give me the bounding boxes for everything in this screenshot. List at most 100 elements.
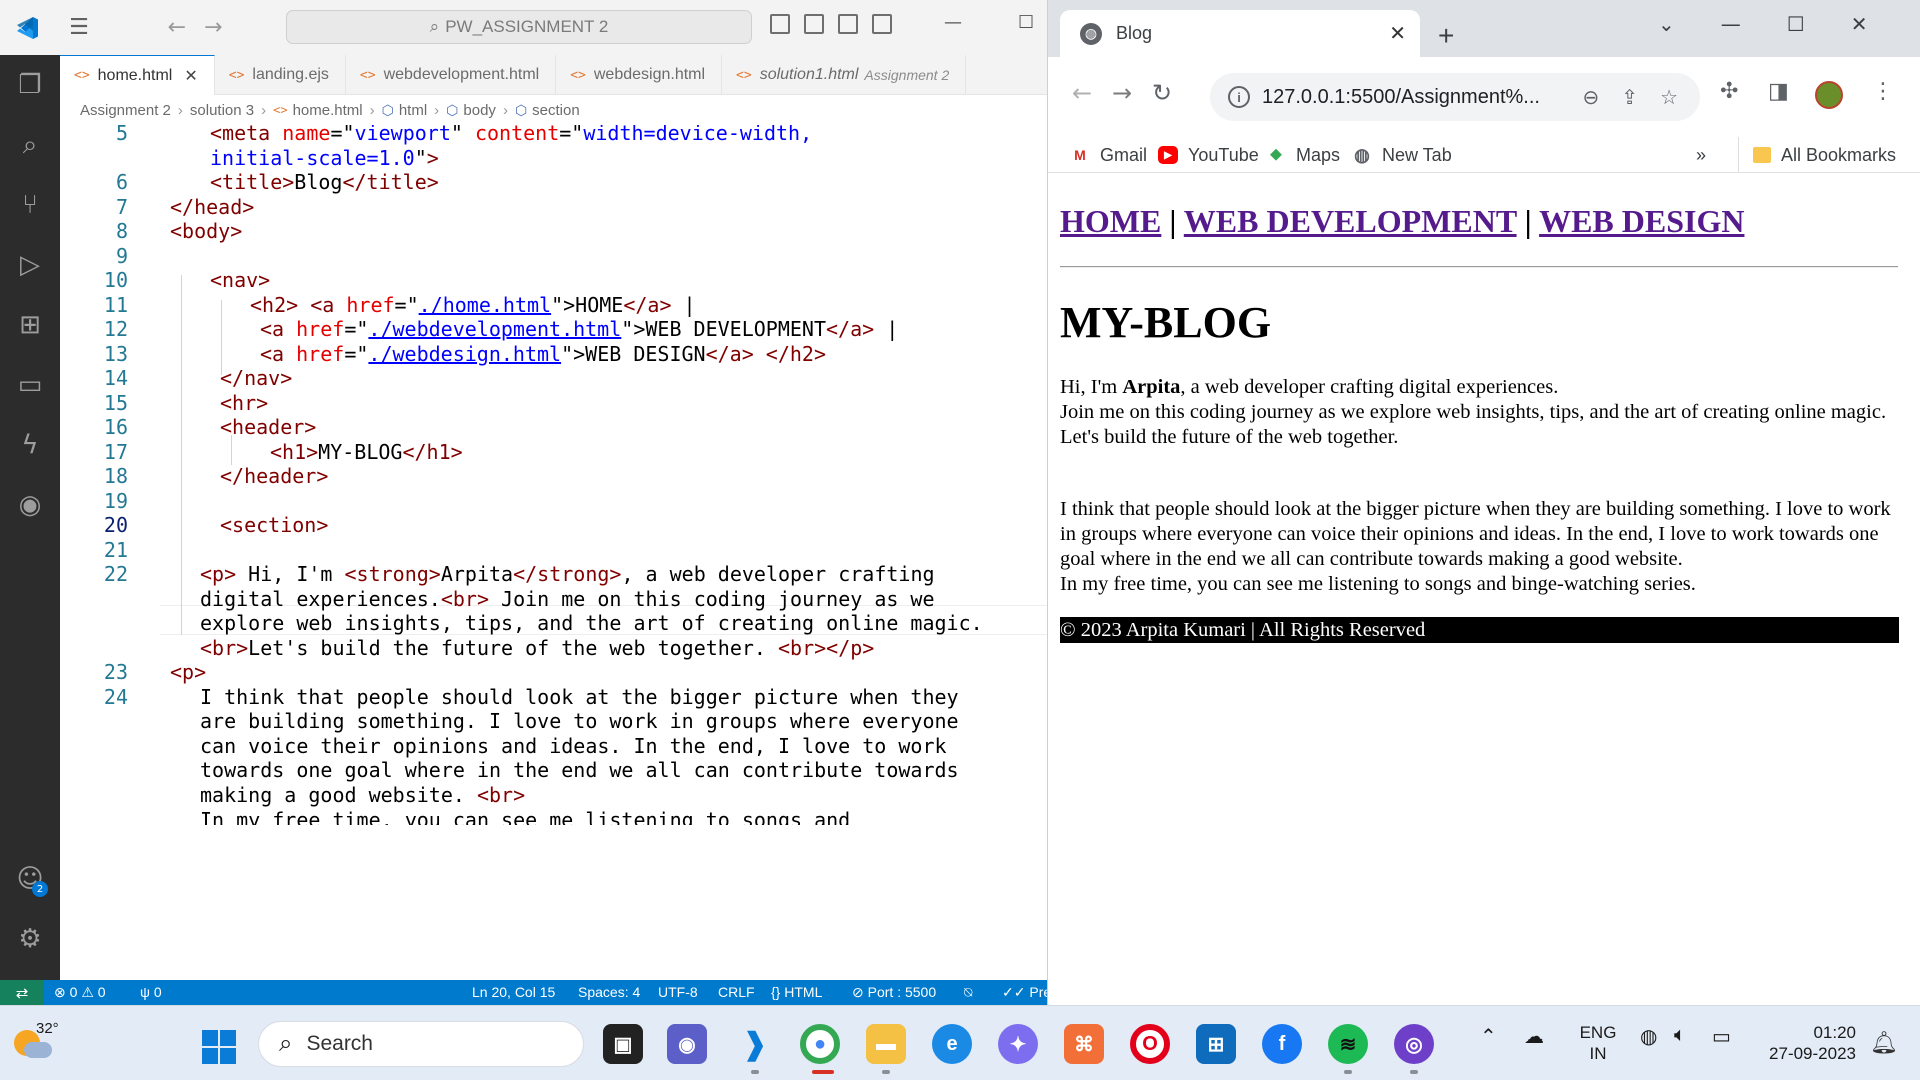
github-desktop-icon[interactable]: ◎ xyxy=(1394,1024,1434,1064)
encoding[interactable]: UTF-8 xyxy=(658,980,698,1005)
facebook-icon[interactable]: f xyxy=(1262,1024,1302,1064)
reload-icon[interactable]: ↻ xyxy=(1152,79,1172,107)
tab-home-html[interactable]: <> home.html ✕ xyxy=(60,55,215,95)
breadcrumb-item[interactable]: body xyxy=(463,102,496,119)
bookmark-star-icon[interactable]: ☆ xyxy=(1660,85,1678,110)
toggle-secondary-sidebar-icon[interactable] xyxy=(838,14,858,34)
nav-link-web-development[interactable]: WEB DEVELOPMENT xyxy=(1184,203,1517,239)
run-debug-icon[interactable]: ▷ xyxy=(14,249,46,281)
code-editor[interactable]: 5 6 7 8 9 10 11 12 13 14 15 16 17 18 19 … xyxy=(60,125,1047,980)
new-tab-plus-icon[interactable]: + xyxy=(1438,20,1454,52)
tab-landing-ejs[interactable]: <> landing.ejs xyxy=(215,55,346,95)
maximize-icon[interactable]: ☐ xyxy=(1787,12,1805,36)
code-link[interactable]: ./webdesign.html xyxy=(368,342,561,366)
microsoft-store-icon[interactable]: ⊞ xyxy=(1196,1024,1236,1064)
close-icon[interactable]: ✕ xyxy=(184,66,197,86)
copilot-icon[interactable]: ✦ xyxy=(998,1024,1038,1064)
minimize-icon[interactable]: — xyxy=(944,12,962,33)
close-window-icon[interactable]: ✕ xyxy=(1851,12,1868,36)
language-mode[interactable]: {} HTML xyxy=(771,980,822,1005)
notification-bell-icon[interactable]: 🔔︎ xyxy=(1870,1030,1898,1056)
onedrive-cloud-icon[interactable]: ☁ xyxy=(1524,1024,1544,1049)
language-indicator[interactable]: ENG IN xyxy=(1578,1022,1618,1064)
all-bookmarks[interactable]: All Bookmarks xyxy=(1738,137,1896,173)
lightning-icon[interactable]: ϟ xyxy=(14,429,46,461)
live-server-port[interactable]: ⊘ Port : 5500 xyxy=(852,980,936,1005)
explorer-icon[interactable]: ❐ xyxy=(14,69,46,101)
weather-widget[interactable]: 32° xyxy=(14,1020,59,1064)
start-windows-icon[interactable] xyxy=(202,1030,236,1064)
end-of-line[interactable]: CRLF xyxy=(718,980,755,1005)
file-explorer-icon[interactable]: ▬ xyxy=(866,1024,906,1064)
network-globe-icon[interactable]: ◍ xyxy=(1640,1024,1657,1049)
side-panel-icon[interactable]: ◨ xyxy=(1768,79,1789,104)
github-icon[interactable]: ◉ xyxy=(14,489,46,521)
forward-arrow-icon[interactable]: → xyxy=(1112,79,1132,107)
profile-avatar[interactable] xyxy=(1815,81,1843,109)
teams-chat-icon[interactable]: ◉ xyxy=(667,1024,707,1064)
system-clock[interactable]: 01:20 27-09-2023 xyxy=(1760,1022,1856,1064)
battery-icon[interactable]: ▭ xyxy=(1712,1024,1731,1049)
search-icon[interactable]: ⌕ xyxy=(14,129,46,161)
back-arrow-icon[interactable]: ← xyxy=(168,15,186,40)
opera-icon[interactable]: O xyxy=(1130,1024,1170,1064)
breadcrumb-item[interactable]: solution 3 xyxy=(190,102,254,119)
tab-webdevelopment-html[interactable]: <> webdevelopment.html xyxy=(346,55,557,95)
edge-icon[interactable]: e xyxy=(932,1024,972,1064)
bookmark-maps[interactable]: ⬥ Maps xyxy=(1266,137,1340,173)
toggle-primary-sidebar-icon[interactable] xyxy=(770,14,790,34)
command-center-search[interactable]: ⌕ PW_ASSIGNMENT 2 xyxy=(286,10,752,44)
bookmark-new-tab[interactable]: ◍ New Tab xyxy=(1352,137,1452,173)
vscode-taskbar-icon[interactable]: ❱ xyxy=(735,1024,775,1064)
taskbar-search[interactable]: ⌕ Search xyxy=(258,1021,584,1067)
site-info-icon[interactable]: i xyxy=(1228,86,1250,108)
ports-indicator[interactable]: ψ 0 xyxy=(140,980,162,1005)
close-tab-icon[interactable]: ✕ xyxy=(1389,21,1406,46)
remote-explorer-icon[interactable]: ▭ xyxy=(14,369,46,401)
bookmark-youtube[interactable]: ▶ YouTube xyxy=(1158,137,1259,173)
tab-search-chevron-icon[interactable]: ⌄ xyxy=(1658,12,1675,36)
breadcrumb-item[interactable]: home.html xyxy=(293,102,363,119)
share-icon[interactable]: ⇪ xyxy=(1621,85,1638,110)
prettier-indicator[interactable]: ✓✓ Pre xyxy=(1002,980,1047,1005)
nav-link-home[interactable]: HOME xyxy=(1060,203,1161,239)
breadcrumb-item[interactable]: html xyxy=(399,102,427,119)
bell-slash-icon[interactable]: ⍉ xyxy=(964,980,972,1005)
indentation[interactable]: Spaces: 4 xyxy=(578,980,640,1005)
extensions-icon[interactable]: ⊞ xyxy=(14,309,46,341)
bookmark-gmail[interactable]: M Gmail xyxy=(1070,137,1147,173)
tab-solution1-html[interactable]: <> solution1.html Assignment 2 xyxy=(722,55,967,95)
volume-icon[interactable]: 🔈︎ xyxy=(1674,1024,1686,1047)
problems-indicator[interactable]: ⊗ 0 ⚠ 0 xyxy=(54,980,106,1005)
cursor-position[interactable]: Ln 20, Col 15 xyxy=(472,980,555,1005)
settings-gear-icon[interactable]: ⚙ xyxy=(14,923,46,955)
maximize-icon[interactable]: ☐ xyxy=(1018,12,1034,33)
zoom-icon[interactable]: ⊖ xyxy=(1583,85,1600,110)
address-bar[interactable]: i 127.0.0.1:5500/Assignment%... ⊖ ⇪ ☆ xyxy=(1210,73,1700,121)
show-hidden-icons-chevron[interactable]: ⌃ xyxy=(1480,1024,1497,1049)
extensions-puzzle-icon[interactable]: ✣ xyxy=(1720,79,1738,104)
more-menu-icon[interactable]: ⋮ xyxy=(1872,79,1894,104)
browser-tab-blog[interactable]: ◍ Blog ✕ xyxy=(1060,10,1420,57)
breadcrumb-item[interactable]: section xyxy=(532,102,580,119)
accounts-icon[interactable]: ☺ 2 xyxy=(14,863,48,897)
task-view-icon[interactable]: ▣ xyxy=(603,1024,643,1064)
url-text[interactable]: 127.0.0.1:5500/Assignment%... xyxy=(1262,86,1583,109)
source-control-icon[interactable]: ⑂ xyxy=(14,189,46,221)
spotify-icon[interactable]: ≋ xyxy=(1328,1024,1368,1064)
menu-icon[interactable]: ☰ xyxy=(54,0,104,55)
toggle-panel-icon[interactable] xyxy=(804,14,824,34)
chrome-taskbar-icon[interactable]: ● xyxy=(800,1024,840,1064)
minimize-icon[interactable]: — xyxy=(1721,12,1741,36)
forward-arrow-icon[interactable]: → xyxy=(204,15,222,40)
breadcrumb-item[interactable]: Assignment 2 xyxy=(80,102,171,119)
nav-link-web-design[interactable]: WEB DESIGN xyxy=(1539,203,1744,239)
more-bookmarks-chevron[interactable]: » xyxy=(1696,137,1706,173)
app-icon[interactable]: ⌘ xyxy=(1064,1024,1104,1064)
customize-layout-icon[interactable] xyxy=(872,14,892,34)
back-arrow-icon[interactable]: ← xyxy=(1072,79,1092,107)
code-attr: name xyxy=(282,125,331,145)
remote-indicator-icon[interactable]: ⇄ xyxy=(0,980,44,1005)
tab-webdesign-html[interactable]: <> webdesign.html xyxy=(556,55,723,95)
code-link[interactable]: ./webdevelopment.html xyxy=(368,317,621,341)
